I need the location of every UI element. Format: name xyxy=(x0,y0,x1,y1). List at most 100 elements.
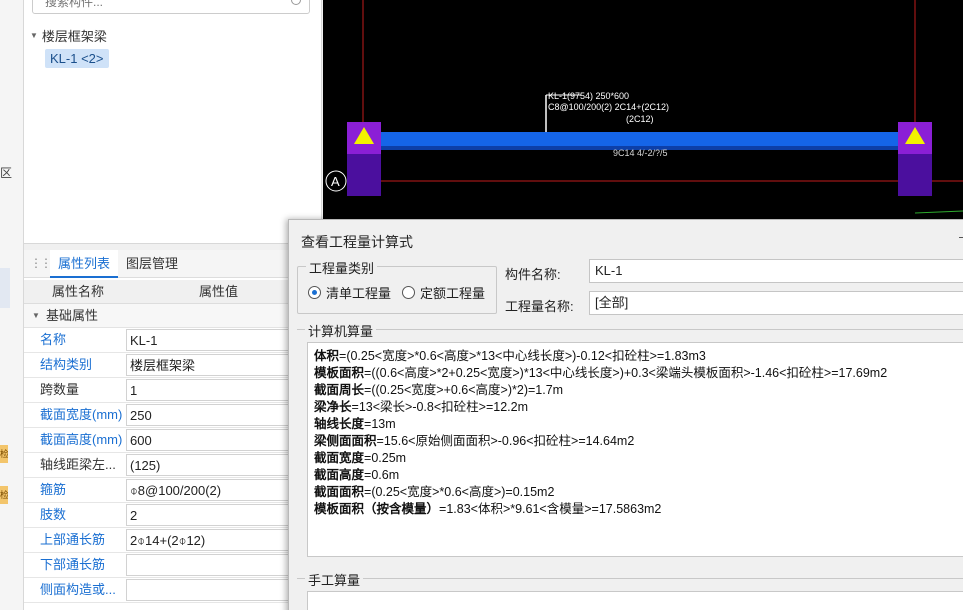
calc-line: 截面宽度=0.25m xyxy=(314,450,963,467)
calc-line: 截面面积=(0.25<宽度>*0.6<高度>)=0.15m2 xyxy=(314,484,963,501)
calc-key: 截面高度 xyxy=(314,468,365,482)
calc-line: 模板面积=((0.6<高度>*2+0.25<宽度>)*13<中心线长度>)+0.… xyxy=(314,365,963,382)
property-name: 下部通长筋 xyxy=(40,557,106,572)
property-row: 结构类别 楼层框架梁 xyxy=(24,353,322,378)
component-tree-panel: ▼ 楼层框架梁 KL-1 <2> xyxy=(24,0,322,244)
radio-bill-quantity[interactable]: 清单工程量 xyxy=(308,283,391,301)
property-row: 箍筋 ⌽8@100/200(2) xyxy=(24,478,322,503)
tab-property-list[interactable]: 属性列表 xyxy=(50,250,119,278)
property-name: 跨数量 xyxy=(40,382,80,397)
property-row: 名称 KL-1 xyxy=(24,328,322,353)
manual-calc-box[interactable] xyxy=(307,591,963,610)
property-name: 名称 xyxy=(40,332,67,347)
calc-expr: =((0.6<高度>*2+0.25<宽度>)*13<中心线长度>)+0.3<梁端… xyxy=(364,366,888,380)
calc-key: 模板面积 xyxy=(314,366,365,380)
property-row: 下部通长筋 xyxy=(24,553,322,578)
search-input[interactable] xyxy=(33,0,273,13)
calc-key: 截面面积 xyxy=(314,485,365,499)
axis-marker-label: A xyxy=(331,174,340,189)
calc-key: 轴线长度 xyxy=(314,417,365,431)
group-legend: 计算机算量 xyxy=(305,321,377,340)
property-row: 上部通长筋 2⌽14+(2⌽12) xyxy=(24,528,322,553)
property-name: 轴线距梁左... xyxy=(40,457,116,472)
beam-bottom-annotation: 9C14 4/-2/?/5 xyxy=(613,148,668,158)
calc-line: 梁净长=13<梁长>-0.8<扣砼柱>=12.2m xyxy=(314,399,963,416)
column-header-value: 属性值 xyxy=(199,284,239,299)
calc-key: 模板面积（按含模量） xyxy=(314,502,440,516)
dimension-line xyxy=(914,210,963,214)
tree-node-label: 楼层框架梁 xyxy=(41,28,107,44)
property-name: 截面高度(mm) xyxy=(40,432,123,447)
beam-annotation-line3: (2C12) xyxy=(626,114,654,124)
clipped-badge: 检 xyxy=(0,486,8,504)
clipped-text-fragment: 区 xyxy=(0,166,13,180)
property-table-header: 属性名称 属性值 xyxy=(24,280,322,304)
property-row: 截面宽度(mm) 250 xyxy=(24,403,322,428)
beam-kl1[interactable] xyxy=(363,132,915,146)
quantity-type-group: 工程量类别 清单工程量 定额工程量 xyxy=(297,258,497,314)
calc-expr: =13m xyxy=(364,417,396,431)
group-legend: 工程量类别 xyxy=(306,258,378,277)
calc-expr: =(0.25<宽度>*0.6<高度>*13<中心线长度>)-0.12<扣砼柱>=… xyxy=(339,349,706,363)
calc-formula-box[interactable]: 体积=(0.25<宽度>*0.6<高度>*13<中心线长度>)-0.12<扣砼柱… xyxy=(307,342,963,557)
beam-annotation-line2: C8@100/200(2) 2C14+(2C12) xyxy=(548,102,669,112)
calc-key: 截面宽度 xyxy=(314,451,365,465)
caret-down-icon[interactable]: ▼ xyxy=(32,304,40,328)
property-row: 侧面构造或... xyxy=(24,578,322,603)
group-label: 基础属性 xyxy=(46,308,99,323)
calc-key: 梁净长 xyxy=(314,400,352,414)
calc-key: 梁侧面面积 xyxy=(314,434,377,448)
property-group-basic[interactable]: ▼ 基础属性 xyxy=(24,304,322,328)
property-name: 结构类别 xyxy=(40,357,93,372)
quantity-name-select[interactable]: [全部] xyxy=(589,291,963,315)
property-name: 箍筋 xyxy=(40,482,67,497)
calc-line: 模板面积（按含模量）=1.83<体积>*9.61<含模量>=17.5863m2 xyxy=(314,501,963,518)
caret-down-icon[interactable]: ▼ xyxy=(30,31,38,40)
calc-expr: =1.83<体积>*9.61<含模量>=17.5863m2 xyxy=(439,502,662,516)
radio-label: 定额工程量 xyxy=(420,285,486,301)
calc-expr: =(0.25<宽度>*0.6<高度>)=0.15m2 xyxy=(364,485,555,499)
property-name: 截面宽度(mm) xyxy=(40,407,123,422)
calc-line: 体积=(0.25<宽度>*0.6<高度>*13<中心线长度>)-0.12<扣砼柱… xyxy=(314,348,963,365)
column-left[interactable] xyxy=(347,154,381,196)
drag-handle-icon[interactable]: ⋮⋮ xyxy=(30,256,52,270)
calc-expr: =0.6m xyxy=(364,468,400,482)
left-edge-panel: 区 检 检 xyxy=(0,0,24,610)
tree-node-kl1[interactable]: KL-1 <2> xyxy=(45,49,109,68)
manual-calc-group: 手工算量 xyxy=(297,570,963,610)
property-row: 跨数量 1 xyxy=(24,378,322,403)
calc-line: 截面周长=((0.25<宽度>+0.6<高度>)*2)=1.7m xyxy=(314,382,963,399)
calc-expr: =13<梁长>-0.8<扣砼柱>=12.2m xyxy=(351,400,528,414)
calc-line: 截面高度=0.6m xyxy=(314,467,963,484)
property-row: 肢数 2 xyxy=(24,503,322,528)
beam-annotation-line1: KL-1(9754) 250*600 xyxy=(548,91,629,101)
minimize-icon[interactable] xyxy=(959,230,963,244)
property-name: 肢数 xyxy=(40,507,67,522)
radio-checked-icon[interactable] xyxy=(308,285,321,299)
radio-unchecked-icon[interactable] xyxy=(402,285,415,299)
calc-line: 梁侧面面积=15.6<原始侧面面积>-0.96<扣砼柱>=14.64m2 xyxy=(314,433,963,450)
calc-expr: =15.6<原始侧面面积>-0.96<扣砼柱>=14.64m2 xyxy=(376,434,635,448)
quantity-name-label: 工程量名称: xyxy=(505,299,574,314)
property-row: 轴线距梁左... (125) xyxy=(24,453,322,478)
radio-norm-quantity[interactable]: 定额工程量 xyxy=(402,283,485,301)
quantity-formula-dialog: 查看工程量计算式 工程量类别 清单工程量 定额工程量 构件名称: KL-1 工程… xyxy=(288,219,963,610)
property-panel: ⋮⋮ 属性列表 图层管理 属性名称 属性值 ▼ 基础属性 名称 KL-1 结构类… xyxy=(24,250,322,610)
property-name: 侧面构造或... xyxy=(40,582,116,597)
dialog-title: 查看工程量计算式 xyxy=(301,234,413,250)
column-header-name: 属性名称 xyxy=(52,284,105,299)
calc-key: 截面周长 xyxy=(314,383,365,397)
search-box[interactable] xyxy=(32,0,310,14)
search-icon[interactable] xyxy=(291,0,301,5)
tab-layer-management[interactable]: 图层管理 xyxy=(118,250,186,278)
property-name: 上部通长筋 xyxy=(40,532,106,547)
component-name-field[interactable]: KL-1 xyxy=(589,259,963,283)
calc-key: 体积 xyxy=(314,349,340,363)
column-right[interactable] xyxy=(898,154,932,196)
tree-node-floor-frame-beam[interactable]: ▼ 楼层框架梁 xyxy=(30,26,107,44)
clipped-badge: 检 xyxy=(0,445,8,463)
selected-row-fragment xyxy=(0,268,10,308)
property-tabs: ⋮⋮ 属性列表 图层管理 xyxy=(24,250,322,278)
property-row: 截面高度(mm) 600 xyxy=(24,428,322,453)
radio-label: 清单工程量 xyxy=(326,285,392,301)
